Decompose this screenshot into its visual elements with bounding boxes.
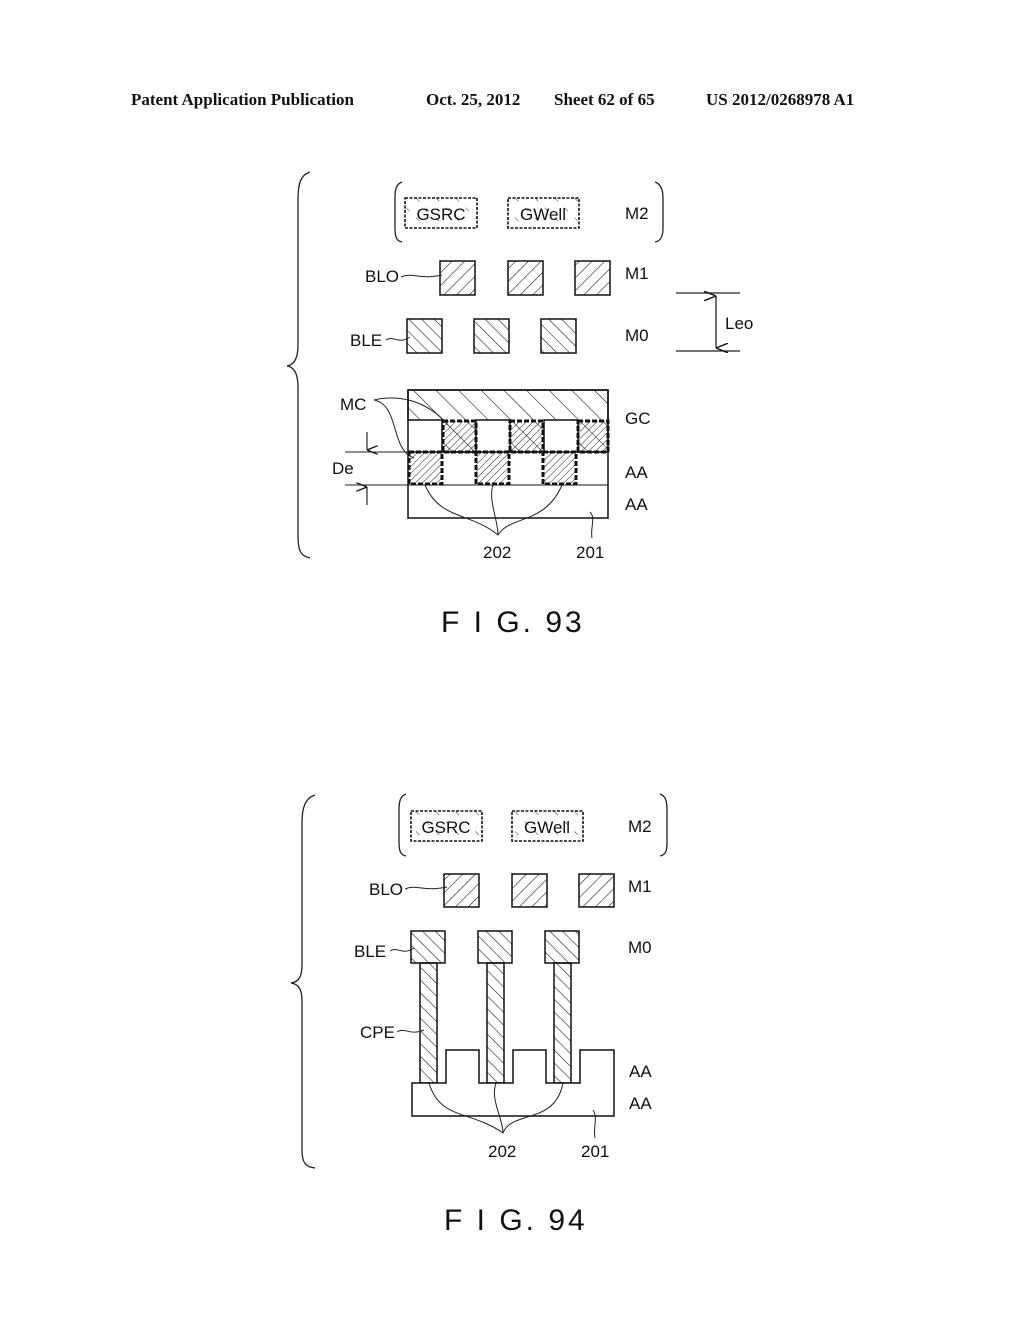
callout-de: De — [332, 459, 354, 478]
callout-202: 202 — [483, 543, 511, 562]
layer-label-m2: M2 — [628, 817, 652, 836]
callout-mc: MC — [340, 395, 366, 414]
m1-bitlines-odd — [443, 873, 615, 908]
m1-bitlines-odd — [439, 260, 611, 296]
layer-label-aa-lower: AA — [629, 1094, 652, 1113]
de-dimension: De — [332, 432, 408, 505]
gsrc-label: GSRC — [421, 818, 470, 837]
figure-93: GSRC GWell M2 BLO M1 BLE M0 Leo MC De GC… — [286, 171, 753, 639]
layer-label-m0: M0 — [625, 326, 649, 345]
callout-201: 201 — [581, 1142, 609, 1161]
callout-leo: Leo — [725, 314, 753, 333]
patent-drawing: GSRC GWell M2 BLO M1 BLE M0 Leo MC De GC… — [286, 171, 753, 1237]
gsrc-box: GSRC — [404, 197, 478, 229]
figure-caption-94: F I G. 94 — [444, 1204, 588, 1237]
outer-brace — [286, 171, 311, 559]
outer-brace — [290, 794, 316, 1169]
figure-caption-93: F I G. 93 — [441, 606, 585, 639]
gwell-label: GWell — [520, 205, 566, 224]
m0-bitlines-even — [410, 930, 580, 964]
callout-blo: BLO — [365, 267, 399, 286]
gwell-label: GWell — [524, 818, 570, 837]
callout-ble: BLE — [354, 942, 386, 961]
gsrc-box: GSRC — [410, 810, 483, 842]
callout-202: 202 — [488, 1142, 516, 1161]
m2-bracket-left — [394, 181, 403, 243]
gsrc-label: GSRC — [416, 205, 465, 224]
gwell-box: GWell — [507, 197, 580, 229]
active-area-substrate — [411, 1049, 615, 1117]
layer-label-m1: M1 — [628, 877, 652, 896]
callout-ble: BLE — [350, 331, 382, 350]
leader-blo — [400, 274, 443, 278]
leo-dimension: Leo — [676, 293, 753, 351]
layer-label-aa-upper: AA — [629, 1062, 652, 1081]
m2-bracket-right — [654, 181, 664, 243]
gwell-box: GWell — [511, 810, 584, 842]
layer-label-aa-lower: AA — [625, 495, 648, 514]
callout-blo: BLO — [369, 880, 403, 899]
cell-array-cross-section — [407, 389, 610, 519]
layer-label-m1: M1 — [625, 264, 649, 283]
layer-label-m2: M2 — [625, 204, 649, 223]
m0-bitlines-even — [406, 318, 577, 354]
callout-201: 201 — [576, 543, 604, 562]
memory-cells-lower — [407, 450, 578, 486]
figure-94: GSRC GWell M2 BLO M1 BLE M0 CPE AA AA 20… — [290, 793, 668, 1237]
contact-plugs-cpe — [419, 962, 572, 1084]
layer-label-m0: M0 — [628, 938, 652, 957]
memory-cells-upper — [441, 419, 610, 454]
m2-bracket-left — [398, 793, 407, 857]
layer-label-gc: GC — [625, 409, 651, 428]
leader-blo — [404, 886, 448, 890]
m2-bracket-right — [659, 793, 668, 857]
callout-cpe: CPE — [360, 1023, 395, 1042]
layer-label-aa-upper: AA — [625, 463, 648, 482]
